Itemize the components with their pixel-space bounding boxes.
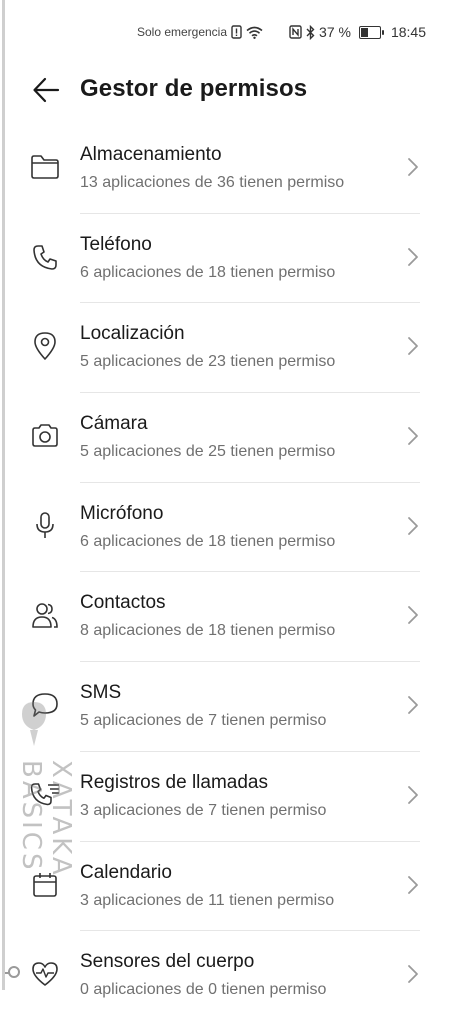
permission-count: 3 aplicaciones de 11 tienen permiso <box>80 891 335 909</box>
battery-icon <box>358 25 384 39</box>
permission-label: Registros de llamadas <box>80 771 268 793</box>
contacts-icon <box>28 598 62 632</box>
page-title: Gestor de permisos <box>80 75 308 102</box>
permission-count: 8 aplicaciones de 18 tienen permiso <box>80 622 336 640</box>
permission-item-microphone[interactable]: Micrófono 6 aplicaciones de 18 tienen pe… <box>0 483 450 573</box>
message-bubble-icon <box>28 688 62 722</box>
wifi-icon <box>246 26 263 39</box>
back-arrow-icon <box>33 77 60 103</box>
chevron-right-icon <box>408 158 418 176</box>
heart-pulse-icon <box>28 957 62 991</box>
permission-label: Almacenamiento <box>80 144 222 165</box>
bluetooth-icon <box>306 24 315 40</box>
chevron-right-icon <box>408 516 418 535</box>
permission-count: 6 aplicaciones de 18 tienen permiso <box>80 263 336 281</box>
permission-count: 13 aplicaciones de 36 tienen permiso <box>80 174 345 191</box>
carrier-text: Solo emergencia <box>136 25 228 39</box>
permission-label: Sensores del cuerpo <box>80 951 255 973</box>
permission-label: Calendario <box>80 861 172 883</box>
chevron-right-icon <box>408 606 418 625</box>
permission-label: SMS <box>80 682 122 704</box>
location-pin-icon <box>28 329 62 363</box>
permission-list: Almacenamiento 13 aplicaciones de 36 tie… <box>0 124 450 1021</box>
clock: 18:45 <box>390 24 426 40</box>
permission-item-calendar[interactable]: Calendario 3 aplicaciones de 11 tienen p… <box>0 842 450 932</box>
permission-label: Localización <box>80 323 185 345</box>
status-bar-right: Solo emergencia 37 % 18:45 <box>137 24 426 40</box>
permission-item-call-logs[interactable]: Registros de llamadas 3 aplicaciones de … <box>0 752 450 842</box>
permission-label: Micrófono <box>80 502 164 524</box>
status-bar: Solo emergencia 37 % 18:45 <box>0 0 450 66</box>
permission-count: 3 aplicaciones de 7 tienen permiso <box>80 801 327 819</box>
camera-icon <box>28 419 62 453</box>
permission-item-storage[interactable]: Almacenamiento 13 aplicaciones de 36 tie… <box>0 124 450 214</box>
chevron-right-icon <box>408 965 418 984</box>
permission-label: Contactos <box>80 592 166 614</box>
call-log-icon <box>28 778 62 812</box>
permission-label: Cámara <box>80 413 148 435</box>
nfc-icon <box>289 25 302 39</box>
permission-item-body-sensors[interactable]: Sensores del cuerpo 0 aplicaciones de 0 … <box>0 931 450 1021</box>
permission-count: 5 aplicaciones de 25 tienen permiso <box>80 443 336 461</box>
permission-count: 5 aplicaciones de 7 tienen permiso <box>80 712 327 730</box>
permission-count: 6 aplicaciones de 18 tienen permiso <box>80 532 336 550</box>
app-header: Gestor de permisos <box>0 70 450 110</box>
permission-label: Teléfono <box>80 233 152 255</box>
folder-icon <box>28 150 62 184</box>
chevron-right-icon <box>408 785 418 804</box>
chevron-right-icon <box>408 247 418 266</box>
calendar-icon <box>28 868 62 902</box>
permission-item-location[interactable]: Localización 5 aplicaciones de 23 tienen… <box>0 303 450 394</box>
chevron-right-icon <box>408 875 418 894</box>
back-button[interactable] <box>30 72 62 108</box>
permission-item-camera[interactable]: Cámara 5 aplicaciones de 25 tienen permi… <box>0 393 450 483</box>
chevron-right-icon <box>408 696 418 715</box>
permission-item-sms[interactable]: SMS 5 aplicaciones de 7 tienen permiso <box>0 662 450 752</box>
battery-percent: 37 % <box>319 24 351 40</box>
microphone-icon <box>28 509 62 543</box>
permission-item-phone[interactable]: Teléfono 6 aplicaciones de 18 tienen per… <box>0 214 450 304</box>
permission-count: 0 aplicaciones de 0 tienen permiso <box>80 981 327 999</box>
chevron-right-icon <box>408 427 418 445</box>
permission-count: 5 aplicaciones de 23 tienen permiso <box>80 353 336 371</box>
sim-alert-icon <box>231 25 242 39</box>
phone-icon <box>28 240 62 274</box>
chevron-right-icon <box>408 337 418 356</box>
permission-item-contacts[interactable]: Contactos 8 aplicaciones de 18 tienen pe… <box>0 572 450 663</box>
